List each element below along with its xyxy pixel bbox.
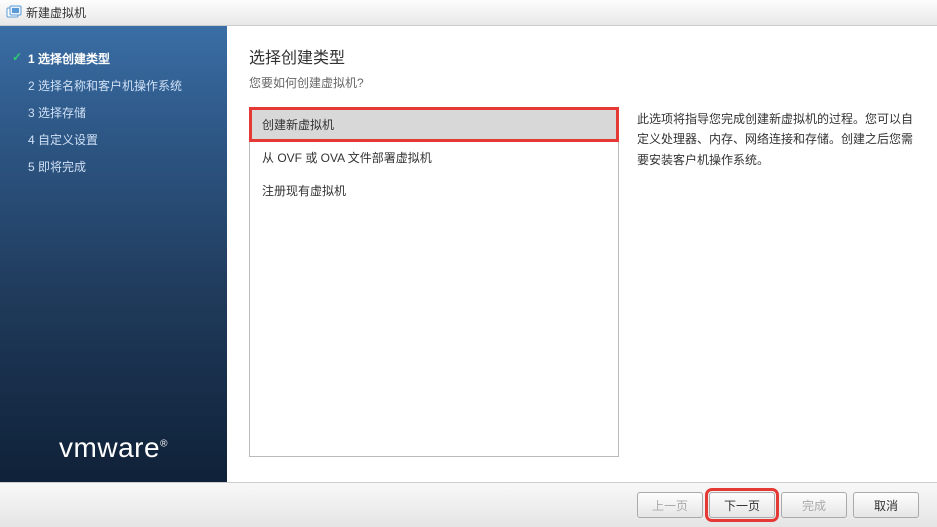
page-heading: 选择创建类型 bbox=[249, 44, 915, 68]
window-title: 新建虚拟机 bbox=[26, 4, 86, 21]
footer: 上一页 下一页 完成 取消 bbox=[0, 482, 937, 527]
content-body: 创建新虚拟机 从 OVF 或 OVA 文件部署虚拟机 注册现有虚拟机 此选项将指… bbox=[249, 107, 915, 464]
option-label: 创建新虚拟机 bbox=[262, 118, 334, 132]
option-deploy-ovf-ova[interactable]: 从 OVF 或 OVA 文件部署虚拟机 bbox=[250, 141, 618, 174]
step-label: 1 选择创建类型 bbox=[28, 52, 110, 66]
description-panel: 此选项将指导您完成创建新虚拟机的过程。您可以自定义处理器、内存、网络连接和存储。… bbox=[637, 107, 915, 464]
step-list: 1 选择创建类型 2 选择名称和客户机操作系统 3 选择存储 4 自定义设置 5… bbox=[0, 46, 227, 181]
step-label: 4 自定义设置 bbox=[28, 133, 98, 147]
step-2: 2 选择名称和客户机操作系统 bbox=[10, 73, 227, 98]
vm-icon bbox=[6, 5, 22, 21]
option-label: 注册现有虚拟机 bbox=[262, 184, 346, 198]
wizard-sidebar: 1 选择创建类型 2 选择名称和客户机操作系统 3 选择存储 4 自定义设置 5… bbox=[0, 26, 227, 482]
step-5: 5 即将完成 bbox=[10, 154, 227, 179]
content-header: 选择创建类型 您要如何创建虚拟机? bbox=[249, 44, 915, 107]
step-label: 3 选择存储 bbox=[28, 106, 86, 120]
step-label: 5 即将完成 bbox=[28, 160, 86, 174]
logo-text: vmware bbox=[59, 432, 160, 463]
next-button[interactable]: 下一页 bbox=[709, 492, 775, 518]
vmware-logo: vmware® bbox=[0, 432, 227, 464]
option-label: 从 OVF 或 OVA 文件部署虚拟机 bbox=[262, 151, 432, 165]
step-3: 3 选择存储 bbox=[10, 100, 227, 125]
option-create-new-vm[interactable]: 创建新虚拟机 bbox=[250, 108, 618, 141]
content-area: 选择创建类型 您要如何创建虚拟机? 创建新虚拟机 从 OVF 或 OVA 文件部… bbox=[227, 26, 937, 482]
cancel-button[interactable]: 取消 bbox=[853, 492, 919, 518]
step-label: 2 选择名称和客户机操作系统 bbox=[28, 79, 182, 93]
finish-button: 完成 bbox=[781, 492, 847, 518]
back-button: 上一页 bbox=[637, 492, 703, 518]
step-1[interactable]: 1 选择创建类型 bbox=[10, 46, 227, 71]
step-4: 4 自定义设置 bbox=[10, 127, 227, 152]
option-panel: 创建新虚拟机 从 OVF 或 OVA 文件部署虚拟机 注册现有虚拟机 bbox=[249, 107, 619, 457]
registered-mark: ® bbox=[160, 439, 168, 450]
main-container: 1 选择创建类型 2 选择名称和客户机操作系统 3 选择存储 4 自定义设置 5… bbox=[0, 26, 937, 482]
page-subheading: 您要如何创建虚拟机? bbox=[249, 74, 915, 91]
option-register-existing-vm[interactable]: 注册现有虚拟机 bbox=[250, 174, 618, 207]
description-text: 此选项将指导您完成创建新虚拟机的过程。您可以自定义处理器、内存、网络连接和存储。… bbox=[637, 112, 913, 167]
title-bar: 新建虚拟机 bbox=[0, 0, 937, 26]
